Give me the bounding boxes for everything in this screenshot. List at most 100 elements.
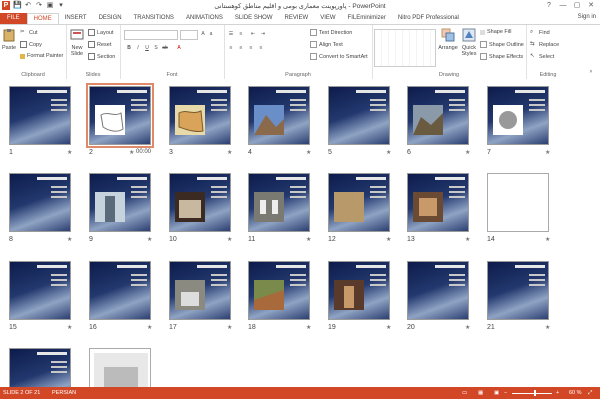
transition-star-icon[interactable]: ★ xyxy=(306,324,311,331)
slide-thumbnail[interactable] xyxy=(9,86,71,145)
reset-button[interactable]: Reset xyxy=(88,41,111,48)
tab-transitions[interactable]: TRANSITIONS xyxy=(128,13,180,24)
format-painter-button[interactable]: Format Painter xyxy=(20,53,63,59)
transition-star-icon[interactable]: ★ xyxy=(227,149,232,156)
transition-star-icon[interactable]: ★ xyxy=(386,324,391,331)
transition-star-icon[interactable]: ★ xyxy=(67,149,72,156)
slide-thumbnail[interactable] xyxy=(9,173,71,232)
convert-smartart-button[interactable]: Convert to SmartArt xyxy=(310,53,368,60)
justify-icon[interactable]: ≡ xyxy=(258,45,264,51)
shapes-gallery[interactable] xyxy=(374,29,436,67)
slide-sorter-icon[interactable]: ▦ xyxy=(478,390,483,396)
increase-indent-icon[interactable]: ⇥ xyxy=(260,31,266,37)
tab-slide-show[interactable]: SLIDE SHOW xyxy=(229,13,279,24)
slide-thumbnail[interactable] xyxy=(86,83,154,148)
slide-thumbnail[interactable] xyxy=(89,173,151,232)
transition-star-icon[interactable]: ★ xyxy=(67,324,72,331)
transition-star-icon[interactable]: ★ xyxy=(227,236,232,243)
slide-thumbnail[interactable] xyxy=(9,261,71,320)
slide-thumbnail[interactable] xyxy=(248,173,310,232)
strikethrough-icon[interactable]: ab xyxy=(162,45,168,51)
select-button[interactable]: ↖ Select xyxy=(530,53,554,60)
slide-thumbnail[interactable] xyxy=(407,261,469,320)
replace-button[interactable]: ⇆ Replace xyxy=(530,41,559,48)
bold-icon[interactable]: B xyxy=(126,45,132,51)
align-right-icon[interactable]: ≡ xyxy=(248,45,254,51)
zoom-slider[interactable] xyxy=(512,393,552,394)
slide-thumbnail[interactable] xyxy=(9,348,71,387)
zoom-slider-thumb[interactable] xyxy=(534,390,536,396)
normal-view-icon[interactable]: ▭ xyxy=(462,390,467,396)
slide-sorter-view[interactable]: 1 ★ 2 ★ 00:00 3 ★ 4 ★ 5 ★ 6 ★ 7 ★ 8 ★ 9 ★ 10 ★ 11 ★ 12 ★ 13 ★ 14 ★ 15… xyxy=(0,79,600,387)
tab-design[interactable]: DESIGN xyxy=(93,13,128,24)
new-slide-button[interactable]: New Slide xyxy=(68,28,86,57)
zoom-out-icon[interactable]: − xyxy=(504,390,507,396)
transition-star-icon[interactable]: ★ xyxy=(306,236,311,243)
tab-file[interactable]: FILE xyxy=(0,13,27,24)
close-button[interactable]: ✕ xyxy=(584,0,598,12)
tab-nitro-pdf[interactable]: Nitro PDF Professional xyxy=(392,13,465,24)
shape-fill-button[interactable]: Shape Fill xyxy=(480,29,511,35)
shrink-font-icon[interactable]: a xyxy=(208,31,214,37)
language-indicator[interactable]: PERSIAN xyxy=(52,390,76,396)
slide-thumbnail[interactable] xyxy=(487,86,549,145)
underline-icon[interactable]: U xyxy=(144,45,150,51)
bullets-icon[interactable]: ☰ xyxy=(228,31,234,37)
transition-star-icon[interactable]: ★ xyxy=(465,324,470,331)
slide-thumbnail[interactable] xyxy=(89,348,151,387)
transition-star-icon[interactable]: ★ xyxy=(129,149,134,156)
numbering-icon[interactable]: ≡ xyxy=(238,31,244,37)
slide-thumbnail[interactable] xyxy=(169,86,231,145)
help-icon[interactable]: ? xyxy=(542,0,556,12)
collapse-ribbon-icon[interactable]: ˄ xyxy=(588,69,594,75)
slide-thumbnail[interactable] xyxy=(169,173,231,232)
zoom-level[interactable]: 60 % xyxy=(569,390,582,396)
shadow-icon[interactable]: S xyxy=(153,45,159,51)
zoom-in-icon[interactable]: + xyxy=(556,390,559,396)
paste-button[interactable]: Paste xyxy=(2,28,16,51)
tab-insert[interactable]: INSERT xyxy=(59,13,93,24)
cut-button[interactable]: ✂ Cut xyxy=(20,29,38,36)
transition-star-icon[interactable]: ★ xyxy=(465,149,470,156)
tab-review[interactable]: REVIEW xyxy=(279,13,315,24)
transition-star-icon[interactable]: ★ xyxy=(545,149,550,156)
transition-star-icon[interactable]: ★ xyxy=(67,236,72,243)
slide-thumbnail[interactable] xyxy=(169,261,231,320)
fit-to-window-icon[interactable]: ⤢ xyxy=(588,390,592,397)
sign-in-link[interactable]: Sign in xyxy=(578,14,596,20)
italic-icon[interactable]: I xyxy=(135,45,141,51)
copy-button[interactable]: Copy xyxy=(20,41,42,48)
text-direction-button[interactable]: Text Direction xyxy=(310,29,352,36)
reading-view-icon[interactable]: ▣ xyxy=(494,390,499,396)
shape-effects-button[interactable]: Shape Effects xyxy=(480,53,523,60)
slide-thumbnail[interactable] xyxy=(89,261,151,320)
slide-thumbnail[interactable] xyxy=(328,86,390,145)
restore-button[interactable]: ▢ xyxy=(570,0,584,12)
section-button[interactable]: Section xyxy=(88,53,115,60)
grow-font-icon[interactable]: A xyxy=(200,31,206,37)
slide-thumbnail[interactable] xyxy=(328,173,390,232)
tab-animations[interactable]: ANIMATIONS xyxy=(180,13,229,24)
tab-view[interactable]: VIEW xyxy=(314,13,341,24)
slide-thumbnail[interactable] xyxy=(407,173,469,232)
align-left-icon[interactable]: ≡ xyxy=(228,45,234,51)
transition-star-icon[interactable]: ★ xyxy=(147,236,152,243)
minimize-button[interactable]: — xyxy=(556,0,570,12)
slide-thumbnail[interactable] xyxy=(487,261,549,320)
transition-star-icon[interactable]: ★ xyxy=(545,324,550,331)
font-name-box[interactable] xyxy=(124,30,178,40)
align-center-icon[interactable]: ≡ xyxy=(238,45,244,51)
quick-styles-button[interactable]: Quick Styles xyxy=(460,28,478,57)
slide-thumbnail[interactable] xyxy=(487,173,549,232)
transition-star-icon[interactable]: ★ xyxy=(386,236,391,243)
font-color-icon[interactable]: A xyxy=(176,45,182,51)
decrease-indent-icon[interactable]: ⇤ xyxy=(250,31,256,37)
transition-star-icon[interactable]: ★ xyxy=(386,149,391,156)
slide-thumbnail[interactable] xyxy=(407,86,469,145)
shape-outline-button[interactable]: Shape Outline xyxy=(480,41,524,48)
transition-star-icon[interactable]: ★ xyxy=(147,324,152,331)
find-button[interactable]: ⌕ Find xyxy=(530,29,550,36)
transition-star-icon[interactable]: ★ xyxy=(465,236,470,243)
layout-button[interactable]: Layout xyxy=(88,29,114,36)
transition-star-icon[interactable]: ★ xyxy=(545,236,550,243)
